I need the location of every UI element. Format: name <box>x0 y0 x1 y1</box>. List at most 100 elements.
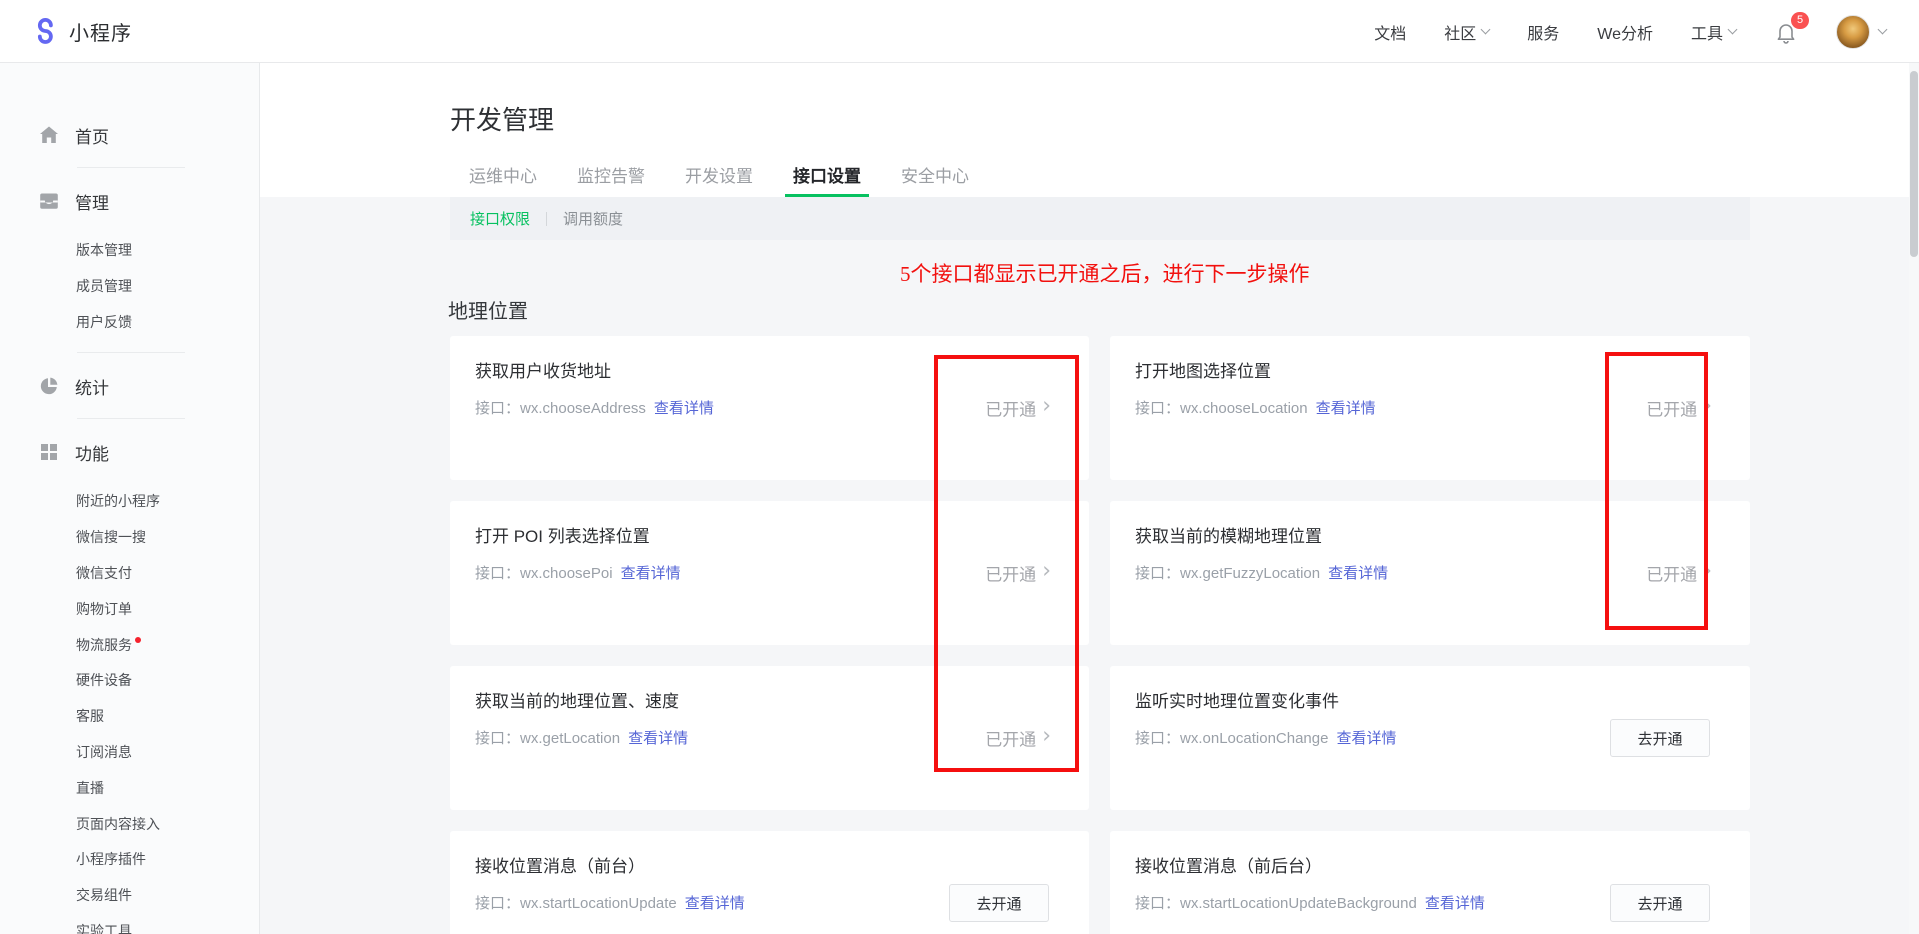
api-label: 接口： <box>475 730 520 747</box>
main-tab[interactable]: 安全中心 <box>901 160 969 197</box>
sidebar-item-label: 页面内容接入 <box>76 807 160 843</box>
sidebar-item[interactable]: 物流服务 <box>0 628 259 664</box>
view-details-link[interactable]: 查看详情 <box>1328 565 1388 582</box>
activate-button[interactable]: 去开通 <box>1610 884 1710 922</box>
chevron-right-icon: › <box>1703 561 1712 583</box>
sidebar-item[interactable]: 直播 <box>0 771 259 807</box>
nav-menu: 文档 社区 服务 We分析 工具 <box>1374 20 1736 44</box>
sidebar-item[interactable]: 购物订单 <box>0 592 259 628</box>
status-opened[interactable]: 已开通 › <box>985 726 1051 751</box>
sidebar-item[interactable]: 附近的小程序 <box>0 484 259 520</box>
sidebar-item-label: 微信搜一搜 <box>76 520 146 556</box>
main-tab[interactable]: 运维中心 <box>469 160 537 197</box>
sidebar-item[interactable]: 微信搜一搜 <box>0 520 259 556</box>
sidebar-section-label: 管理 <box>75 189 109 214</box>
view-details-link[interactable]: 查看详情 <box>1336 730 1396 747</box>
view-details-link[interactable]: 查看详情 <box>1316 400 1376 417</box>
sidebar-item-label: 客服 <box>76 699 104 735</box>
api-name: wx.onLocationChange <box>1180 730 1328 747</box>
nav-menu-item[interactable]: 服务 <box>1527 20 1559 44</box>
sidebar-item-label: 实验工具 <box>76 914 132 934</box>
main-tab[interactable]: 开发设置 <box>685 160 753 197</box>
api-name: wx.chooseAddress <box>520 400 646 417</box>
status-opened[interactable]: 已开通 › <box>985 396 1051 421</box>
sidebar-section-header[interactable]: 首页 <box>0 115 259 155</box>
scrollbar-thumb[interactable] <box>1910 71 1918 257</box>
main-tab[interactable]: 监控告警 <box>577 160 645 197</box>
sidebar-sub-list: 附近的小程序 微信搜一搜 微信支付 购物订单 物流服务 硬件设备 客服 订阅消息… <box>0 484 259 934</box>
sidebar-sub-list: 版本管理 成员管理 用户反馈 <box>0 233 259 340</box>
sidebar-section-label: 功能 <box>75 440 109 465</box>
chevron-down-icon <box>1728 25 1738 35</box>
api-card-grid: 获取用户收货地址 接口： wx.chooseAddress 查看详情 已开通 › 打… <box>450 336 1750 934</box>
api-card: 获取当前的模糊地理位置 接口：wx.getFuzzyLocation查看详情 已… <box>1110 501 1750 645</box>
api-label: 接口： <box>475 895 520 912</box>
nav-item-label: 工具 <box>1691 20 1723 44</box>
api-label: 接口： <box>475 565 520 582</box>
sidebar-item[interactable]: 页面内容接入 <box>0 807 259 843</box>
sidebar-item[interactable]: 客服 <box>0 699 259 735</box>
card-title: 获取用户收货地址 <box>475 357 1089 382</box>
subtab-1[interactable]: 接口权限 <box>470 208 530 229</box>
sidebar-item-label: 微信支付 <box>76 556 132 592</box>
nav-menu-item[interactable]: 社区 <box>1444 20 1489 44</box>
chevron-down-icon <box>1481 25 1491 35</box>
api-name: wx.choosePoi <box>520 565 613 582</box>
subtab-2[interactable]: 调用额度 <box>563 208 623 229</box>
api-name: wx.getFuzzyLocation <box>1180 565 1320 582</box>
main-tab[interactable]: 接口设置 <box>793 160 861 197</box>
view-details-link[interactable]: 查看详情 <box>685 895 745 912</box>
app-title: 小程序 <box>69 17 132 46</box>
page-scrollbar <box>1909 63 1919 934</box>
sidebar-item[interactable]: 交易组件 <box>0 878 259 914</box>
api-name: wx.startLocationUpdateBackground <box>1180 895 1417 912</box>
status-text: 已开通 <box>985 726 1036 751</box>
sidebar-section-header[interactable]: 功能 <box>0 432 259 472</box>
nav-menu-item[interactable]: 文档 <box>1374 20 1406 44</box>
nav-menu-item[interactable]: 工具 <box>1691 20 1736 44</box>
view-details-link[interactable]: 查看详情 <box>621 565 681 582</box>
nav-menu-item[interactable]: We分析 <box>1597 20 1653 44</box>
sidebar-item-label: 附近的小程序 <box>76 484 160 520</box>
notification-bell[interactable]: 5 <box>1774 20 1798 44</box>
pie-chart-icon <box>38 375 60 397</box>
card-title: 打开地图选择位置 <box>1135 357 1750 382</box>
sidebar-section-header[interactable]: 统计 <box>0 366 259 406</box>
account-menu[interactable] <box>1836 15 1886 49</box>
sidebar-item[interactable]: 订阅消息 <box>0 735 259 771</box>
app-logo[interactable]: 小程序 <box>32 0 132 63</box>
api-name: wx.chooseLocation <box>1180 400 1308 417</box>
activate-button[interactable]: 去开通 <box>949 884 1049 922</box>
status-opened[interactable]: 已开通 › <box>985 561 1051 586</box>
sidebar-item[interactable]: 硬件设备 <box>0 663 259 699</box>
sidebar-item[interactable]: 实验工具 <box>0 914 259 934</box>
activate-button[interactable]: 去开通 <box>1610 719 1710 757</box>
chevron-right-icon: › <box>1042 561 1051 583</box>
divider <box>77 352 185 353</box>
sidebar-section-label: 统计 <box>75 374 109 399</box>
nav-item-label: 服务 <box>1527 20 1559 44</box>
top-navbar: 小程序 文档 社区 服务 We分析 工具 5 <box>0 0 1919 63</box>
api-card: 接收位置消息（前台） 接口：wx.startLocationUpdate查看详情… <box>450 831 1089 934</box>
view-details-link[interactable]: 查看详情 <box>654 400 714 417</box>
sidebar-item[interactable]: 成员管理 <box>0 269 259 305</box>
sidebar-item[interactable]: 微信支付 <box>0 556 259 592</box>
sidebar-section: 功能 附近的小程序 微信搜一搜 微信支付 购物订单 物流服务 硬件设备 客服 订… <box>0 432 259 934</box>
chevron-down-icon <box>1878 25 1888 35</box>
sidebar-item-label: 交易组件 <box>76 878 132 914</box>
sidebar-item-label: 订阅消息 <box>76 735 132 771</box>
divider <box>546 212 547 226</box>
status-opened[interactable]: 已开通 › <box>1646 561 1712 586</box>
status-opened[interactable]: 已开通 › <box>1646 396 1712 421</box>
sidebar-item-label: 直播 <box>76 771 104 807</box>
sidebar-item[interactable]: 用户反馈 <box>0 305 259 341</box>
sidebar-section-header[interactable]: 管理 <box>0 181 259 221</box>
view-details-link[interactable]: 查看详情 <box>628 730 688 747</box>
sidebar-item[interactable]: 版本管理 <box>0 233 259 269</box>
api-card: 获取当前的地理位置、速度 接口：wx.getLocation查看详情 已开通 › <box>450 666 1089 810</box>
annotation-text: 5个接口都显示已开通之后，进行下一步操作 <box>900 258 1310 288</box>
view-details-link[interactable]: 查看详情 <box>1425 895 1485 912</box>
sidebar-item[interactable]: 小程序插件 <box>0 842 259 878</box>
api-card: 打开 POI 列表选择位置 接口：wx.choosePoi查看详情 已开通 › <box>450 501 1089 645</box>
notification-badge: 5 <box>1791 12 1809 29</box>
